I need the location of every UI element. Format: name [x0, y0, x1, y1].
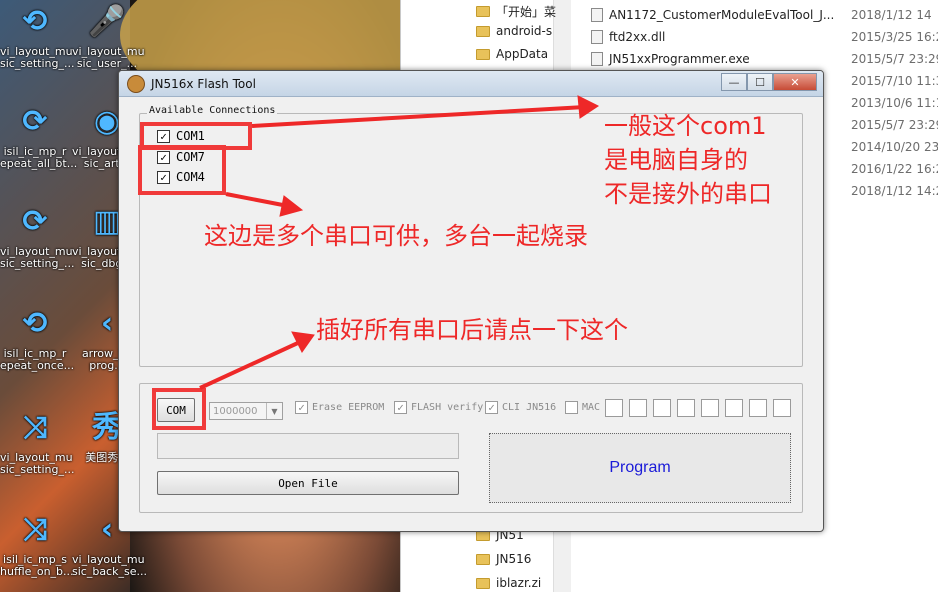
file-icon [591, 8, 603, 22]
mac-byte-field[interactable] [629, 399, 647, 417]
file-row[interactable]: JN51xxProgrammer.exe [591, 48, 750, 70]
file-date: 2013/10/6 11:17 [851, 96, 938, 110]
nav-item-label: AppData [496, 47, 549, 61]
desktop-icon-label: isil_ic_mp_r epeat_all_bt... [0, 145, 78, 170]
desktop-icon[interactable]: ⤨ isil_ic_mp_s huffle_on_b... [0, 508, 74, 578]
file-date: 2015/5/7 23:29 [851, 52, 938, 66]
available-connections-label: Available Connections [147, 105, 278, 116]
microphone-icon: 🎤 [88, 4, 126, 39]
file-row[interactable]: ftd2xx.dll [591, 26, 665, 48]
mac-byte-field[interactable] [773, 399, 791, 417]
desktop-icon[interactable]: ⟳ isil_ic_mp_r epeat_all_bt... [0, 100, 78, 170]
desktop-icon[interactable]: 🎤 vi_layout_mu sic_user_... [72, 0, 145, 70]
nav-item-label: android-s [496, 24, 553, 38]
file-date: 2015/5/7 23:29 [851, 118, 938, 132]
file-date: 2018/1/12 14 [851, 8, 932, 22]
desktop-icon-label: vi_layout_mu sic_setting_... [0, 45, 75, 70]
title-bar[interactable]: JN516x Flash Tool — ☐ ✕ [119, 71, 823, 97]
desktop-icon[interactable]: ⟲ isil_ic_mp_r epeat_once... [0, 302, 75, 372]
nav-item-label: 「开始」菜 [496, 4, 557, 19]
desktop-icon-label: vi_layout_mu sic_setting_... [0, 245, 75, 270]
file-name: ftd2xx.dll [609, 30, 666, 44]
file-name: AN1172_CustomerModuleEvalTool_J... [609, 8, 835, 22]
folder-icon [476, 577, 490, 589]
flash-verify-option[interactable]: ✓ FLASH verify [394, 401, 483, 414]
shuffle-icon: ⤨ [23, 512, 47, 547]
checkbox-box[interactable]: ✓ [295, 401, 308, 414]
mac-byte-field[interactable] [653, 399, 671, 417]
progress-bar [157, 433, 459, 459]
annotation-com1-line3: 不是接外的串口 [604, 180, 772, 208]
file-icon [591, 30, 603, 44]
desktop-icon-label: vi_layout_mu sic_user_... [72, 45, 145, 70]
folder-icon [476, 553, 490, 565]
desktop-icon-label: isil_ic_mp_r epeat_once... [0, 347, 75, 372]
cli-jn516-label: CLI JN516 [502, 402, 557, 413]
checkbox-box[interactable]: ✓ [394, 401, 407, 414]
mac-byte-field[interactable] [725, 399, 743, 417]
file-row[interactable]: AN1172_CustomerModuleEvalTool_J... [591, 4, 834, 26]
file-date: 2015/7/10 11:3 [851, 74, 938, 88]
shuffle-icon: ⤨ [23, 410, 47, 445]
desktop-icon[interactable]: ⤨ vi_layout_mu sic_setting_... [0, 406, 75, 476]
erase-eeprom-option[interactable]: ✓ Erase EEPROM [295, 401, 384, 414]
flash-verify-label: FLASH verify [411, 402, 484, 413]
mac-option[interactable]: MAC [565, 401, 600, 414]
cli-jn516-option[interactable]: ✓ CLI JN516 [485, 401, 556, 414]
desktop-icon[interactable]: ⟲ vi_layout_mu sic_setting_... [0, 0, 75, 70]
baud-rate-select[interactable]: 1000000 ▼ [209, 402, 283, 420]
baud-rate-value: 1000000 [213, 405, 258, 417]
checkbox-box[interactable] [565, 401, 578, 414]
folder-icon [476, 48, 490, 60]
nav-item-label: iblazr.zi [496, 576, 542, 590]
file-date: 2015/3/25 16:29 [851, 30, 938, 44]
mac-byte-field[interactable] [677, 399, 695, 417]
nav-item[interactable]: android-s [476, 20, 552, 42]
close-button[interactable]: ✕ [773, 73, 817, 91]
desktop-icon-label: vi_layout_mu sic_setting_... [0, 451, 75, 476]
file-date: 2014/10/20 23: [851, 140, 938, 154]
repeat-one-icon: ⟲ [22, 306, 48, 341]
repeat-icon: ⟳ [22, 104, 48, 139]
file-name: JN51xxProgrammer.exe [609, 52, 750, 66]
folder-icon [476, 25, 490, 37]
nav-item[interactable]: iblazr.zi [476, 572, 541, 592]
nav-item[interactable]: 「开始」菜 [476, 0, 556, 22]
nav-item-label: JN516 [496, 552, 532, 566]
mac-label: MAC [582, 402, 601, 413]
annotation-multi-ports: 这边是多个串口可供，多台一起烧录 [204, 222, 588, 250]
desktop-icon-label: vi_layout_mu sic_back_se... [72, 553, 147, 578]
desktop-icon-label: isil_ic_mp_s huffle_on_b... [0, 553, 74, 578]
desktop-icon[interactable]: ⟳ vi_layout_mu sic_setting_... [0, 200, 75, 270]
chevron-down-icon[interactable]: ▼ [266, 403, 282, 419]
erase-eeprom-label: Erase EEPROM [312, 402, 385, 413]
open-file-button[interactable]: Open File [157, 471, 459, 495]
folder-icon [476, 5, 490, 17]
mac-byte-field[interactable] [749, 399, 767, 417]
mac-byte-field[interactable] [605, 399, 623, 417]
app-logo-icon [127, 74, 145, 93]
repeat-one-icon: ⟲ [22, 4, 48, 39]
program-button[interactable]: Program [489, 433, 791, 503]
checkbox-box[interactable]: ✓ [485, 401, 498, 414]
file-date: 2016/1/22 16:2 [851, 162, 938, 176]
maximize-button[interactable]: ☐ [747, 73, 773, 91]
annotation-com-button: 插好所有串口后请点一下这个 [316, 316, 628, 344]
window-title: JN516x Flash Tool [151, 76, 256, 91]
minimize-button[interactable]: — [721, 73, 747, 91]
repeat-icon: ⟳ [22, 204, 48, 239]
file-icon [591, 52, 603, 66]
com-list-highlight-box [138, 145, 226, 195]
mac-byte-field[interactable] [701, 399, 719, 417]
annotation-com1-line1: 一般这个com1 [604, 112, 767, 140]
com-button-highlight-box [152, 388, 206, 430]
nav-item[interactable]: AppData [476, 43, 548, 65]
file-date: 2018/1/12 14:2 [851, 184, 938, 198]
nav-item[interactable]: JN516 [476, 548, 531, 570]
annotation-com1-line2: 是电脑自身的 [604, 146, 748, 174]
